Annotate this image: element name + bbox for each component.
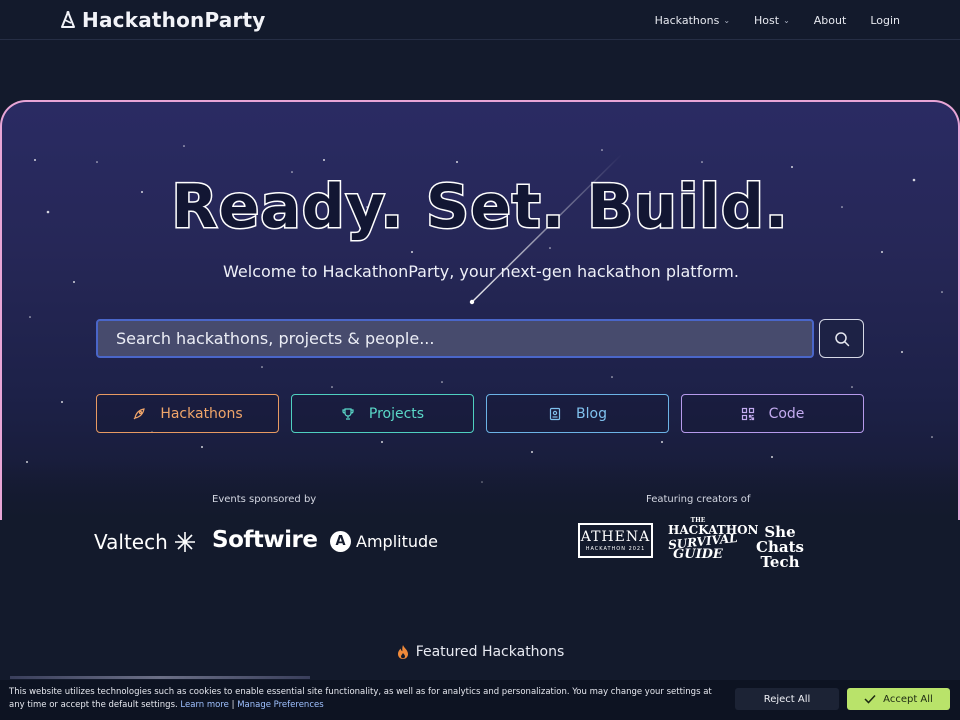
reject-all-label: Reject All bbox=[763, 693, 811, 705]
book-icon bbox=[549, 407, 561, 420]
party-hat-icon bbox=[61, 11, 75, 28]
accept-all-label: Accept All bbox=[883, 693, 933, 705]
featured-heading: Featured Hackathons bbox=[0, 644, 960, 660]
category-projects-label: Projects bbox=[368, 405, 425, 422]
creator-she-chats-tech-logo: She Chats Tech bbox=[740, 525, 820, 570]
brand-logo[interactable]: HackathonParty bbox=[60, 6, 266, 34]
category-blog-label: Blog bbox=[576, 405, 607, 422]
cookie-text: This website utilizes technologies such … bbox=[9, 686, 719, 712]
chevron-down-icon: ⌄ bbox=[723, 15, 731, 25]
category-hackathons-button[interactable]: Hackathons bbox=[96, 394, 279, 433]
hero-headline: Ready. Set. Build. bbox=[170, 171, 789, 244]
sponsor-amplitude-logo: A Amplitude bbox=[330, 531, 438, 552]
brand-name: HackathonParty bbox=[82, 8, 266, 32]
nav-login[interactable]: Login bbox=[870, 14, 900, 27]
nav-hackathons[interactable]: Hackathons ⌄ bbox=[655, 14, 730, 27]
trophy-icon bbox=[342, 407, 354, 420]
shechats-line2: Tech bbox=[760, 553, 800, 571]
nav-host[interactable]: Host ⌄ bbox=[754, 14, 790, 27]
search-input[interactable] bbox=[98, 321, 812, 356]
search-icon bbox=[834, 331, 849, 346]
rocket-icon bbox=[133, 407, 146, 419]
category-blog-button[interactable]: Blog bbox=[486, 394, 669, 433]
sponsor-softwire-name: Softwire bbox=[212, 527, 318, 553]
sponsor-valtech-name: Valtech bbox=[94, 530, 168, 554]
nav-login-label: Login bbox=[870, 13, 900, 27]
search-button[interactable] bbox=[819, 319, 864, 358]
asterisk-icon bbox=[174, 532, 195, 552]
creator-athena-logo: ATHENA HACKATHON 2021 bbox=[578, 523, 653, 558]
nav-about[interactable]: About bbox=[814, 14, 847, 27]
starfield bbox=[26, 145, 943, 483]
cookie-message: This website utilizes technologies such … bbox=[9, 687, 712, 710]
category-projects-button[interactable]: Projects bbox=[291, 394, 474, 433]
sponsor-amplitude-name: Amplitude bbox=[356, 532, 438, 551]
sponsors-label: Events sponsored by bbox=[212, 494, 317, 505]
hero-subtitle: Welcome to HackathonParty, your next-gen… bbox=[223, 262, 739, 281]
athena-subtitle: HACKATHON 2021 bbox=[585, 546, 646, 552]
qr-code-icon bbox=[741, 407, 754, 420]
check-icon bbox=[864, 694, 876, 704]
sponsor-valtech-logo: Valtech bbox=[94, 530, 196, 554]
chevron-down-icon: ⌄ bbox=[783, 15, 790, 25]
nav-hackathons-label: Hackathons bbox=[654, 13, 720, 27]
featured-thumbnail-edge bbox=[10, 676, 310, 679]
reject-all-button[interactable]: Reject All bbox=[735, 688, 839, 710]
learn-more-link[interactable]: Learn more bbox=[180, 700, 228, 710]
cookie-separator: | bbox=[231, 700, 235, 710]
top-nav: HackathonParty Hackathons ⌄ Host ⌄ About… bbox=[0, 0, 960, 40]
featured-title: Featured Hackathons bbox=[415, 644, 565, 660]
search-box bbox=[96, 319, 814, 358]
nav-about-label: About bbox=[813, 13, 847, 27]
category-code-button[interactable]: Code bbox=[681, 394, 864, 433]
hero-fade bbox=[2, 460, 958, 520]
manage-preferences-link[interactable]: Manage Preferences bbox=[237, 700, 323, 710]
nav-links: Hackathons ⌄ Host ⌄ About Login bbox=[655, 0, 900, 40]
creators-label: Featuring creators of bbox=[646, 494, 751, 505]
accept-all-button[interactable]: Accept All bbox=[847, 688, 950, 710]
amplitude-icon: A bbox=[330, 531, 351, 552]
sponsor-softwire-logo: Softwire bbox=[212, 527, 318, 553]
shechats-line1: She Chats bbox=[756, 523, 804, 556]
hero: Ready. Set. Build. Welcome to HackathonP… bbox=[0, 100, 960, 520]
category-code-label: Code bbox=[768, 405, 805, 422]
nav-host-label: Host bbox=[754, 13, 780, 27]
fire-icon bbox=[397, 645, 408, 659]
creator-survival-guide-logo: THE HACKATHON SURVIVAL GUIDE bbox=[667, 518, 758, 564]
athena-title: ATHENA bbox=[580, 529, 651, 545]
category-hackathons-label: Hackathons bbox=[160, 405, 243, 422]
